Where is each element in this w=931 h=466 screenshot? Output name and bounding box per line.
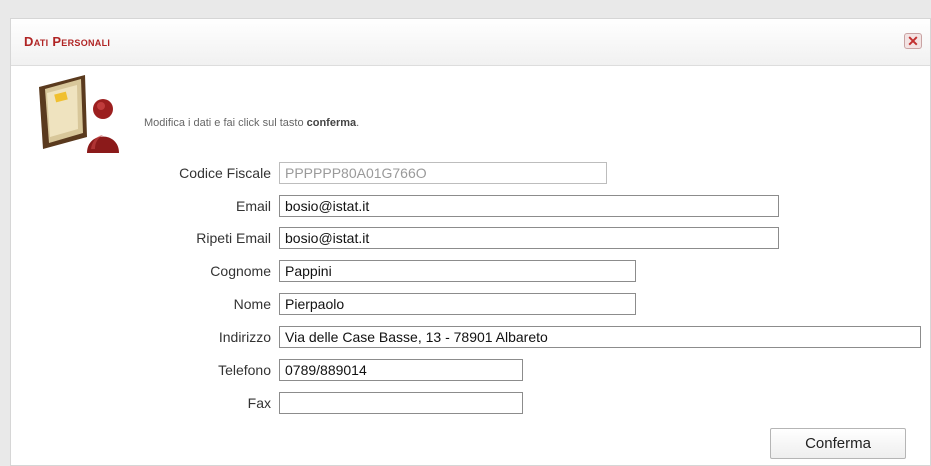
telefono-label: Telefono (218, 362, 271, 378)
intro-keyword: conferma (306, 117, 357, 129)
intro-text: Modifica i dati e fai click sul tasto co… (144, 117, 360, 129)
personal-data-dialog: Dati Personali ✕ Modifica i dati e fai c… (10, 18, 931, 466)
dialog-title: Dati Personali (24, 34, 111, 49)
email-field[interactable] (279, 195, 779, 217)
nome-field[interactable] (279, 293, 636, 315)
email-label: Email (235, 198, 271, 214)
user-folder-icon (31, 71, 131, 157)
cognome-field[interactable] (279, 260, 636, 282)
telefono-field[interactable] (279, 359, 523, 381)
codice-fiscale-label: Codice Fiscale (179, 165, 271, 181)
close-icon[interactable]: ✕ (904, 33, 922, 49)
ripeti-email-field[interactable] (279, 227, 779, 249)
confirm-button[interactable]: Conferma (770, 428, 906, 459)
codice-fiscale-field (279, 162, 607, 184)
nome-label: Nome (233, 296, 271, 312)
fax-field[interactable] (279, 392, 523, 414)
cognome-label: Cognome (210, 263, 271, 279)
indirizzo-field[interactable] (279, 326, 921, 348)
indirizzo-label: Indirizzo (218, 329, 271, 345)
fax-label: Fax (247, 395, 271, 411)
dialog-titlebar: Dati Personali ✕ (11, 19, 930, 66)
ripeti-email-label: Ripeti Email (196, 230, 271, 246)
